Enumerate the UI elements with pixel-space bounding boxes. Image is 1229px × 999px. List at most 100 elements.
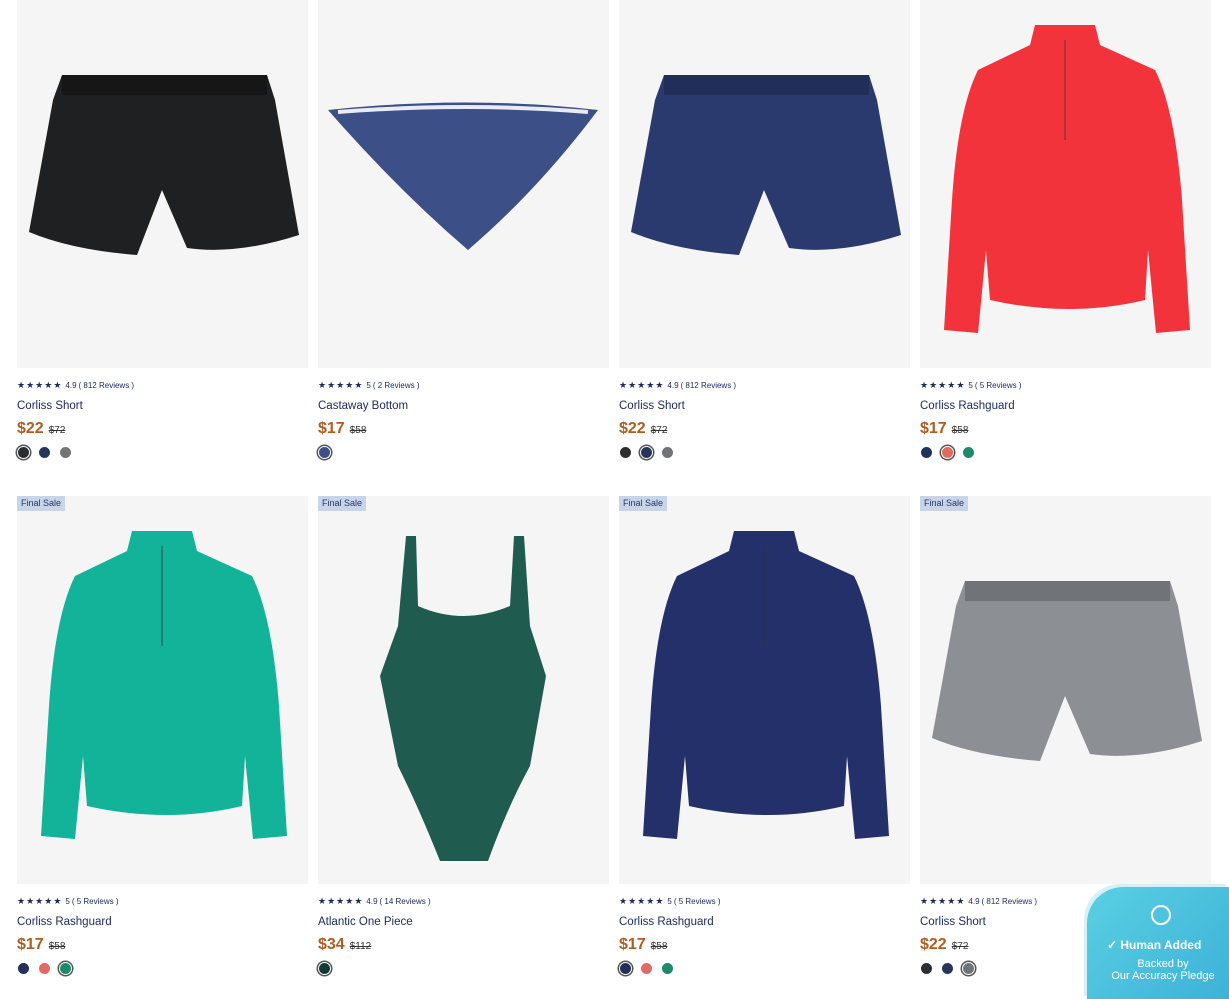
- sale-price: $17: [17, 936, 44, 953]
- prices: $17 $58: [318, 420, 609, 438]
- product-image[interactable]: [17, 0, 308, 368]
- color-swatch[interactable]: [17, 961, 30, 975]
- product-card[interactable]: ★ ★ ★ ★ ★ 4.9 ( 812 Reviews ) Corliss Short …: [619, 0, 910, 496]
- sale-price: $17: [619, 936, 646, 953]
- stars-icon: ★ ★ ★ ★ ★: [318, 895, 363, 906]
- color-swatch[interactable]: [941, 961, 954, 975]
- stars-icon: ★ ★ ★ ★ ★: [17, 379, 62, 390]
- product-title[interactable]: Corliss Rashguard: [920, 400, 1211, 414]
- sale-price: $22: [17, 420, 44, 437]
- final-sale-badge: Final Sale: [318, 496, 367, 511]
- pledge-line-2: Our Accuracy Pledge: [1111, 970, 1215, 982]
- product-card[interactable]: Final Sale ★ ★ ★ ★ ★ 5 ( 5 Reviews ) Corliss…: [17, 496, 308, 999]
- final-sale-badge: Final Sale: [17, 496, 66, 511]
- prices: $17 $58: [619, 936, 910, 954]
- rating-value: 4.9: [667, 380, 679, 390]
- stars-icon: ★ ★ ★ ★ ★: [920, 379, 965, 390]
- product-image[interactable]: Final Sale: [318, 496, 609, 884]
- product-title[interactable]: Corliss Short: [619, 400, 910, 414]
- sale-price: $22: [619, 420, 646, 437]
- rating: ★ ★ ★ ★ ★ 5 ( 2 Reviews ): [318, 380, 609, 390]
- color-swatch[interactable]: [318, 445, 331, 459]
- color-swatch[interactable]: [59, 961, 72, 975]
- product-title[interactable]: Corliss Short: [17, 400, 308, 414]
- product-image[interactable]: Final Sale: [619, 496, 910, 884]
- product-image[interactable]: [920, 0, 1211, 368]
- color-swatch[interactable]: [640, 445, 653, 459]
- prices: $34 $112: [318, 936, 609, 954]
- rating: ★ ★ ★ ★ ★ 4.9 ( 812 Reviews ): [17, 380, 308, 390]
- review-count[interactable]: ( 5 Reviews ): [72, 897, 119, 906]
- color-swatch[interactable]: [59, 445, 72, 459]
- review-count[interactable]: ( 812 Reviews ): [982, 897, 1038, 906]
- product-card[interactable]: ★ ★ ★ ★ ★ 5 ( 5 Reviews ) Corliss Rashguard …: [920, 0, 1211, 496]
- rating: ★ ★ ★ ★ ★ 5 ( 5 Reviews ): [920, 380, 1211, 390]
- color-swatch[interactable]: [619, 961, 632, 975]
- review-count[interactable]: ( 14 Reviews ): [380, 897, 431, 906]
- stars-icon: ★ ★ ★ ★ ★: [920, 895, 965, 906]
- product-card[interactable]: ★ ★ ★ ★ ★ 4.9 ( 812 Reviews ) Corliss Short …: [17, 0, 308, 496]
- pledge-line-1: Backed by: [1137, 958, 1189, 970]
- review-count[interactable]: ( 812 Reviews ): [79, 381, 135, 390]
- product-card[interactable]: Final Sale ★ ★ ★ ★ ★ 4.9 ( 14 Reviews ) Atla…: [318, 496, 609, 999]
- product-title[interactable]: Corliss Rashguard: [17, 916, 308, 930]
- stars-icon: ★ ★ ★ ★ ★: [619, 379, 664, 390]
- original-price: $58: [650, 941, 668, 952]
- sale-price: $17: [318, 420, 345, 437]
- color-swatch[interactable]: [640, 961, 653, 975]
- swatches: [619, 444, 910, 460]
- rating-value: 5: [968, 380, 973, 390]
- product-image[interactable]: Final Sale: [17, 496, 308, 884]
- review-count[interactable]: ( 812 Reviews ): [681, 381, 737, 390]
- product-card[interactable]: ★ ★ ★ ★ ★ 5 ( 2 Reviews ) Castaway Bottom $1…: [318, 0, 609, 496]
- color-swatch[interactable]: [318, 961, 331, 975]
- original-price: $72: [48, 425, 66, 436]
- stars-icon: ★ ★ ★ ★ ★: [619, 895, 664, 906]
- stars-icon: ★ ★ ★ ★ ★: [318, 379, 363, 390]
- color-swatch[interactable]: [661, 961, 674, 975]
- rating-value: 5: [366, 380, 371, 390]
- color-swatch[interactable]: [962, 445, 975, 459]
- prices: $17 $58: [920, 420, 1211, 438]
- review-count[interactable]: ( 5 Reviews ): [975, 381, 1022, 390]
- rating: ★ ★ ★ ★ ★ 5 ( 5 Reviews ): [619, 896, 910, 906]
- rating: ★ ★ ★ ★ ★ 5 ( 5 Reviews ): [17, 896, 308, 906]
- review-count[interactable]: ( 5 Reviews ): [674, 897, 721, 906]
- color-swatch[interactable]: [920, 445, 933, 459]
- rating-value: 5: [667, 896, 672, 906]
- product-title[interactable]: Castaway Bottom: [318, 400, 609, 414]
- product-image[interactable]: [619, 0, 910, 368]
- original-price: $58: [951, 425, 969, 436]
- color-swatch[interactable]: [38, 961, 51, 975]
- product-title[interactable]: Atlantic One Piece: [318, 916, 609, 930]
- rating-value: 5: [65, 896, 70, 906]
- product-image[interactable]: [318, 0, 609, 368]
- color-swatch[interactable]: [619, 445, 632, 459]
- accuracy-pledge-badge[interactable]: ✓ Human Added Backed by Our Accuracy Ple…: [1087, 887, 1229, 999]
- original-price: $58: [349, 425, 367, 436]
- prices: $22 $72: [17, 420, 308, 438]
- sale-price: $34: [318, 936, 345, 953]
- swatches: [920, 444, 1211, 460]
- color-swatch[interactable]: [38, 445, 51, 459]
- rating-value: 4.9: [366, 896, 378, 906]
- pledge-heading: ✓ Human Added: [1107, 938, 1202, 952]
- prices: $22 $72: [619, 420, 910, 438]
- color-swatch[interactable]: [962, 961, 975, 975]
- rating-value: 4.9: [968, 896, 980, 906]
- swatches: [318, 444, 609, 460]
- product-image[interactable]: Final Sale: [920, 496, 1211, 884]
- product-card[interactable]: Final Sale ★ ★ ★ ★ ★ 5 ( 5 Reviews ) Corliss…: [619, 496, 910, 999]
- prices: $17 $58: [17, 936, 308, 954]
- color-swatch[interactable]: [920, 961, 933, 975]
- sale-price: $17: [920, 420, 947, 437]
- color-swatch[interactable]: [941, 445, 954, 459]
- original-price: $72: [951, 941, 969, 952]
- swatches: [318, 960, 609, 976]
- color-swatch[interactable]: [17, 445, 30, 459]
- product-title[interactable]: Corliss Rashguard: [619, 916, 910, 930]
- color-swatch[interactable]: [661, 445, 674, 459]
- rating-value: 4.9: [65, 380, 77, 390]
- original-price: $112: [349, 941, 372, 952]
- review-count[interactable]: ( 2 Reviews ): [373, 381, 420, 390]
